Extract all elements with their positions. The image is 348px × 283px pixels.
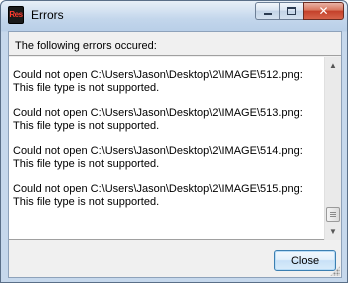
maximize-button[interactable] <box>279 2 303 20</box>
error-list[interactable]: Could not open C:\Users\Jason\Desktop\2\… <box>9 57 341 240</box>
window-title: Errors <box>31 8 64 22</box>
minimize-icon <box>263 13 272 15</box>
maximize-icon <box>287 7 296 15</box>
header-divider <box>9 55 341 56</box>
vertical-scrollbar[interactable]: ▲ ▼ <box>324 57 341 240</box>
error-reason: This file type is not supported. <box>13 120 160 132</box>
error-item: Could not open C:\Users\Jason\Desktop\2\… <box>13 183 323 209</box>
window-close-button[interactable]: ✕ <box>303 2 344 20</box>
error-path: Could not open C:\Users\Jason\Desktop\2\… <box>13 107 303 119</box>
error-reason: This file type is not supported. <box>13 158 160 170</box>
error-path: Could not open C:\Users\Jason\Desktop\2\… <box>13 145 303 157</box>
error-item: Could not open C:\Users\Jason\Desktop\2\… <box>13 69 323 95</box>
grip-line <box>330 216 336 217</box>
close-button[interactable]: Close <box>274 250 336 271</box>
scrollbar-thumb[interactable] <box>326 207 340 222</box>
minimize-button[interactable] <box>255 2 279 20</box>
error-dialog-window: Res Errors ✕ The following errors occure… <box>0 0 348 283</box>
close-icon: ✕ <box>318 4 329 18</box>
grip-line <box>330 212 336 213</box>
error-item: Could not open C:\Users\Jason\Desktop\2\… <box>13 145 323 171</box>
dialog-client-area: The following errors occured: Could not … <box>8 31 342 278</box>
error-item: Could not open C:\Users\Jason\Desktop\2\… <box>13 107 323 133</box>
grip-line <box>330 214 336 215</box>
error-path: Could not open C:\Users\Jason\Desktop\2\… <box>13 69 303 81</box>
scroll-up-arrow-icon[interactable]: ▲ <box>325 57 341 74</box>
app-icon-label: Res <box>9 10 23 19</box>
error-messages: Could not open C:\Users\Jason\Desktop\2\… <box>13 69 323 221</box>
title-bar[interactable]: Res Errors ✕ <box>1 1 347 31</box>
scroll-down-arrow-icon[interactable]: ▼ <box>325 223 341 240</box>
error-path: Could not open C:\Users\Jason\Desktop\2\… <box>13 183 303 195</box>
error-reason: This file type is not supported. <box>13 196 160 208</box>
app-icon: Res <box>8 6 24 24</box>
errors-header: The following errors occured: <box>15 40 157 52</box>
error-reason: This file type is not supported. <box>13 82 160 94</box>
